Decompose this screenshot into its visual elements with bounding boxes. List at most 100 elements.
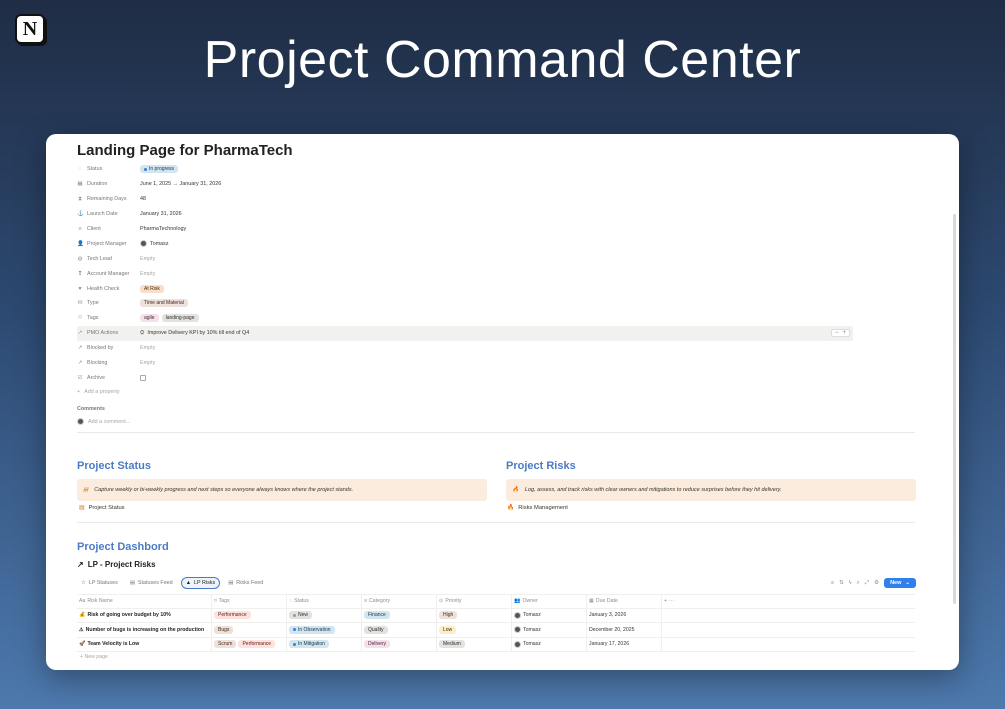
- tag-pill[interactable]: agile: [140, 314, 159, 323]
- property-name[interactable]: ↗ Blocked by: [77, 345, 140, 351]
- property-name[interactable]: ☑ Archive: [77, 375, 140, 381]
- risk-name-cell[interactable]: 🚀 Team Velocity is Low: [77, 637, 212, 651]
- status-cell[interactable]: New: [287, 608, 362, 622]
- view-tab[interactable]: ▤ Risks Feed: [224, 578, 267, 588]
- search-icon[interactable]: ⌕: [857, 580, 860, 587]
- status-cell[interactable]: In Observation: [287, 623, 362, 637]
- property-value[interactable]: 48: [140, 196, 146, 202]
- scrollbar[interactable]: [953, 214, 956, 604]
- property-value[interactable]: In progress: [140, 165, 179, 174]
- priority-cell[interactable]: High: [437, 608, 512, 622]
- property-value[interactable]: ⛭ Improve Delivery KPI by 10% till end of…: [140, 330, 249, 337]
- new-button[interactable]: New ⌄: [884, 578, 916, 588]
- tags-cell[interactable]: Scrum Performance: [212, 637, 287, 651]
- category-cell[interactable]: Quality: [362, 623, 437, 637]
- tag-pill[interactable]: Delivery: [364, 640, 391, 649]
- database-title[interactable]: ↗ LP - Project Risks: [77, 560, 156, 569]
- property-name[interactable]: 👤 Project Manager: [77, 241, 140, 247]
- filter-icon[interactable]: ≡: [831, 580, 834, 586]
- project-status-link[interactable]: ▤ Project Status: [79, 505, 125, 511]
- settings-icon[interactable]: ⚙: [874, 580, 879, 586]
- column-header[interactable]: ⌑ Tags: [212, 595, 287, 608]
- tag-pill[interactable]: In Mitigation: [289, 640, 329, 649]
- property-value[interactable]: Empty: [140, 345, 155, 351]
- due-date-cell[interactable]: January 3, 2026: [587, 608, 662, 622]
- property-name[interactable]: ≡ Client: [77, 226, 140, 232]
- property-value[interactable]: agile landing-page: [140, 314, 199, 323]
- column-header[interactable]: Aa Risk Name: [77, 595, 212, 608]
- property-name[interactable]: ⛁ Type: [77, 300, 140, 306]
- property-value[interactable]: At Risk: [140, 284, 164, 293]
- property-name[interactable]: ♥ Health Check: [77, 286, 140, 292]
- more-icon[interactable]: ···: [669, 598, 674, 604]
- due-date-cell[interactable]: December 20, 2025: [587, 623, 662, 637]
- tag-pill[interactable]: Performance: [214, 611, 251, 620]
- table-row[interactable]: 💰 Risk of going over budget by 10% Perform…: [77, 608, 915, 623]
- tag-pill[interactable]: landing-page: [161, 314, 199, 323]
- property-value[interactable]: Time and Material: [140, 299, 188, 308]
- property-value[interactable]: Empty: [140, 271, 155, 277]
- column-header[interactable]: ⊙ Priority: [437, 595, 512, 608]
- comment-input[interactable]: Add a comment...: [88, 419, 130, 425]
- tag-pill[interactable]: Scrum: [214, 640, 237, 649]
- view-tab[interactable]: ▲ LP Risks: [180, 577, 221, 589]
- expand-icon[interactable]: ⤢: [865, 580, 869, 587]
- property-value[interactable]: January 31, 2026: [140, 211, 182, 217]
- property-name[interactable]: ◍ Tech Lead: [77, 256, 140, 262]
- lightning-icon[interactable]: ϟ: [849, 580, 852, 586]
- tag-pill[interactable]: Low: [439, 625, 457, 634]
- tag-pill[interactable]: Time and Material: [140, 299, 188, 308]
- view-tab[interactable]: ☆ LP Statuses: [77, 578, 122, 588]
- property-name[interactable]: ▦ Duration: [77, 181, 140, 187]
- tag-pill[interactable]: Medium: [439, 640, 465, 649]
- tag-pill[interactable]: Quality: [364, 625, 388, 634]
- tag-pill[interactable]: New: [289, 611, 313, 620]
- tag-pill[interactable]: In progress: [140, 165, 179, 174]
- property-name[interactable]: ↗ Blocking: [77, 360, 140, 366]
- property-name[interactable]: ◌ Status: [77, 166, 140, 172]
- property-value[interactable]: Empty: [140, 256, 155, 262]
- category-cell[interactable]: Delivery: [362, 637, 437, 651]
- property-value[interactable]: June 1, 2025 → January 31, 2026: [140, 181, 221, 187]
- table-row[interactable]: 🚀 Team Velocity is Low Scrum Performance In …: [77, 637, 915, 652]
- property-name[interactable]: ⌑ Tags: [77, 315, 140, 321]
- column-header[interactable]: ≡ Category: [362, 595, 437, 608]
- owner-cell[interactable]: Tomasz: [512, 623, 587, 637]
- property-value[interactable]: PharmaTechnology: [140, 226, 186, 232]
- new-page-button[interactable]: + New page: [80, 654, 108, 660]
- property-value[interactable]: Tomasz: [140, 240, 169, 248]
- tags-cell[interactable]: Performance: [212, 608, 287, 622]
- tag-pill[interactable]: Performance: [238, 640, 276, 649]
- plus-icon[interactable]: +: [664, 598, 667, 604]
- comment-row[interactable]: Add a comment...: [77, 418, 130, 425]
- add-property-button[interactable]: + Add a property: [77, 385, 917, 399]
- column-header[interactable]: 👥 Owner: [512, 595, 587, 608]
- property-name[interactable]: ↗ PMO Actions: [77, 330, 140, 336]
- tag-pill[interactable]: High: [439, 611, 458, 620]
- tag-pill[interactable]: Bugs: [214, 625, 234, 634]
- due-date-cell[interactable]: January 17, 2026: [587, 637, 662, 651]
- add-column[interactable]: + ···: [662, 595, 692, 608]
- category-cell[interactable]: Finance: [362, 608, 437, 622]
- status-cell[interactable]: In Mitigation: [287, 637, 362, 651]
- column-header[interactable]: ◌ Status: [287, 595, 362, 608]
- owner-cell[interactable]: Tomasz: [512, 637, 587, 651]
- property-value[interactable]: Empty: [140, 360, 155, 366]
- tag-pill[interactable]: In Observation: [289, 625, 335, 634]
- property-name[interactable]: ⚓ Launch Date: [77, 211, 140, 217]
- control-icon[interactable]: +: [842, 330, 846, 336]
- view-tab[interactable]: ▤ Statuses Feed: [126, 578, 177, 588]
- archive-checkbox[interactable]: [140, 374, 146, 381]
- risk-name-cell[interactable]: ⚠ Number of bugs is increasing on the pro…: [77, 623, 212, 637]
- risks-management-link[interactable]: 🔥 Risks Management: [507, 505, 568, 511]
- tag-pill[interactable]: Finance: [364, 611, 390, 620]
- relation-controls[interactable]: − +: [830, 329, 850, 338]
- column-header[interactable]: ▦ Due Date: [587, 595, 662, 608]
- tag-pill[interactable]: At Risk: [140, 284, 164, 293]
- priority-cell[interactable]: Medium: [437, 637, 512, 651]
- property-name[interactable]: ❢ Account Manager: [77, 271, 140, 277]
- control-icon[interactable]: −: [835, 330, 839, 336]
- owner-cell[interactable]: Tomasz: [512, 608, 587, 622]
- property-name[interactable]: ⧗ Remaining Days: [77, 196, 140, 203]
- risk-name-cell[interactable]: 💰 Risk of going over budget by 10%: [77, 608, 212, 622]
